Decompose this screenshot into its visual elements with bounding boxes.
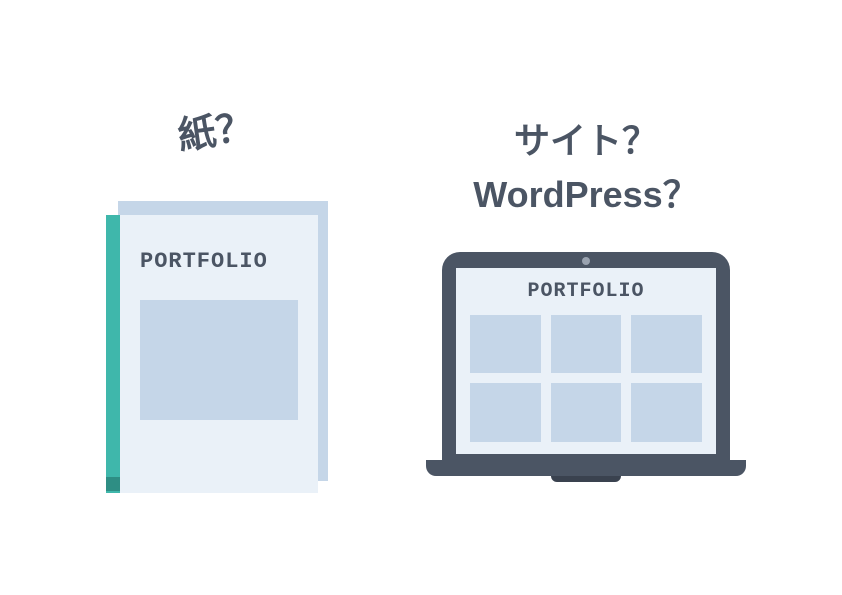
- screen-title: PORTFOLIO: [470, 280, 702, 303]
- diagram-root: 紙？ PORTFOLIO サイト？ WordPress？ PORTFOLIO: [0, 0, 842, 595]
- option-paper: 紙？ PORTFOLIO: [96, 104, 336, 491]
- option-site: サイト？ WordPress？ PORTFOLIO: [426, 114, 746, 482]
- grid-cell: [631, 315, 702, 374]
- book-front-cover: PORTFOLIO: [106, 215, 318, 493]
- book-spine-corner: [106, 477, 120, 491]
- grid-cell: [470, 315, 541, 374]
- grid-cell: [551, 383, 622, 442]
- laptop-foot: [551, 476, 621, 482]
- laptop-camera-icon: [582, 257, 590, 265]
- laptop-base: [426, 460, 746, 476]
- grid-cell: [631, 383, 702, 442]
- laptop-screen: PORTFOLIO: [456, 268, 716, 454]
- book-title: PORTFOLIO: [140, 249, 298, 274]
- portfolio-grid: [470, 315, 702, 442]
- book-content-block: [140, 300, 298, 420]
- laptop-body: PORTFOLIO: [442, 252, 730, 462]
- heading-site-line2: WordPress？: [473, 168, 698, 222]
- grid-cell: [551, 315, 622, 374]
- heading-site: サイト？ WordPress？: [473, 114, 698, 222]
- laptop-icon: PORTFOLIO: [426, 252, 746, 482]
- grid-cell: [470, 383, 541, 442]
- book-icon: PORTFOLIO: [96, 201, 336, 491]
- heading-site-line1: サイト？: [473, 114, 698, 168]
- heading-paper: 紙？: [174, 99, 257, 166]
